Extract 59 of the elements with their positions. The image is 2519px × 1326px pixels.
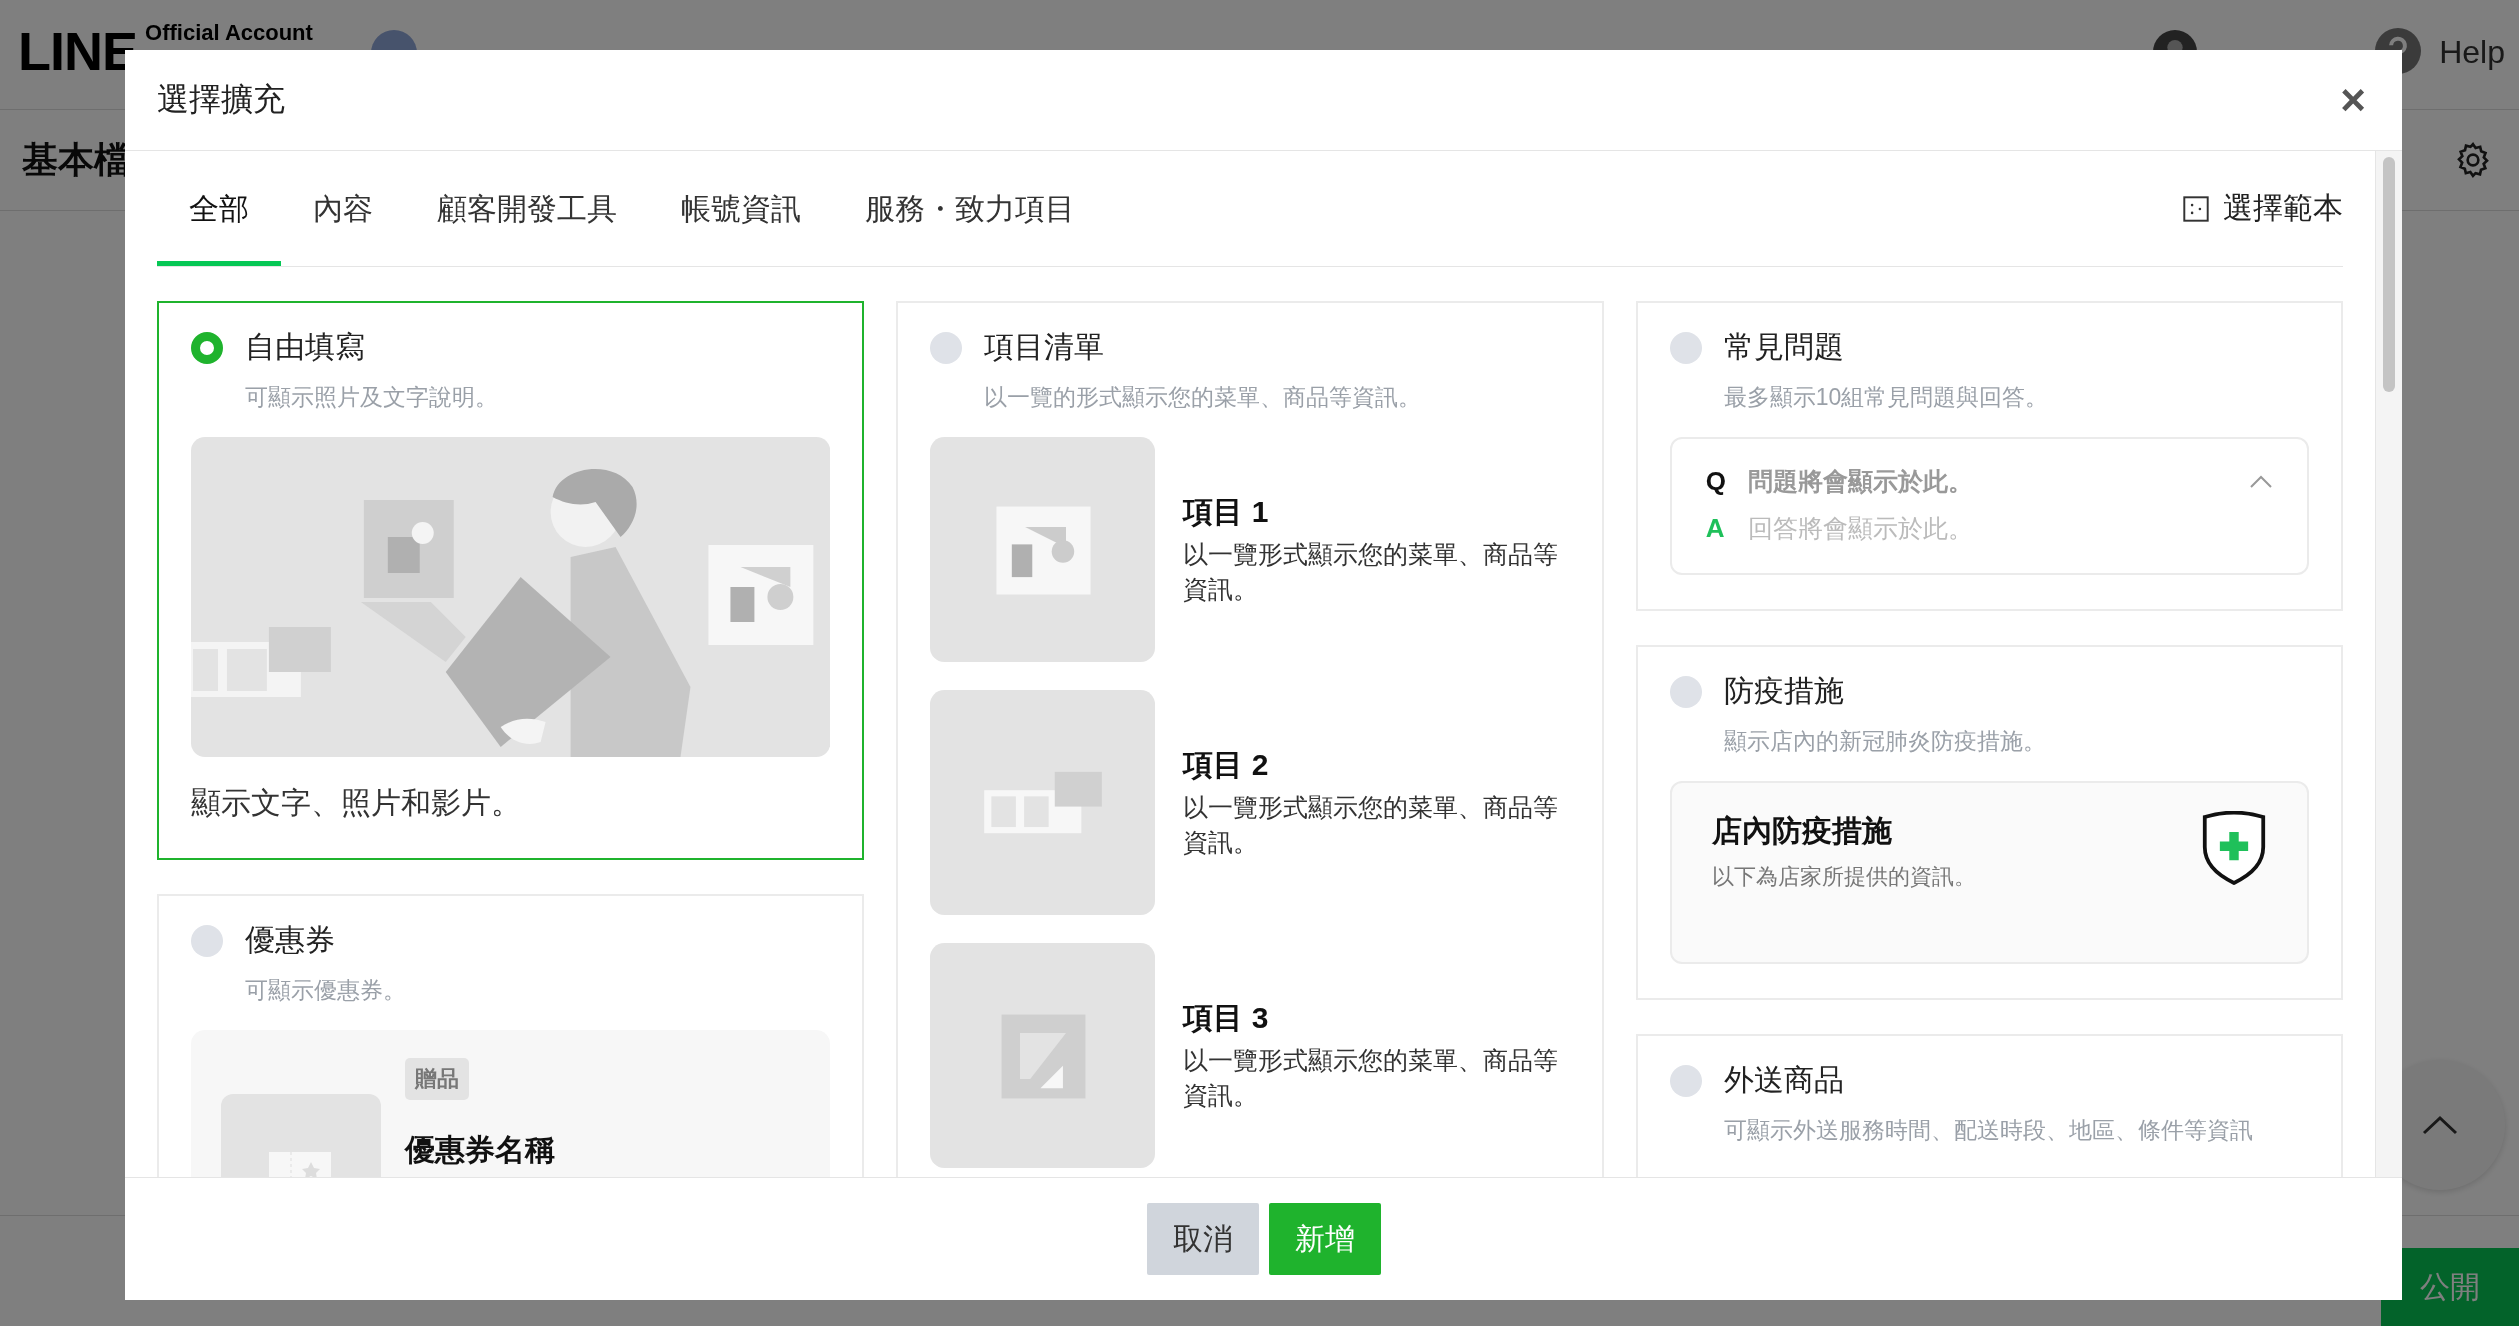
question-mark-label: Q	[1705, 466, 1727, 497]
cancel-button[interactable]: 取消	[1146, 1203, 1259, 1275]
shield-icon	[2201, 811, 2267, 887]
item-description: 以一覽形式顯示您的菜單、商品等資訊。	[1183, 539, 1560, 605]
template-icon	[2183, 195, 2209, 222]
tab[interactable]: 顧客開發工具	[405, 151, 649, 266]
card-description: 最多顯示10組常見問題與回答。	[1723, 383, 2050, 412]
extension-card[interactable]: 常見問題 最多顯示10組常見問題與回答。 Q 問題將會顯示於此。 A 回答將會顯示於此。	[1635, 301, 2343, 611]
radio-button[interactable]	[930, 331, 963, 364]
card-description: 可顯示照片及文字說明。	[245, 383, 499, 412]
card-title: 常見問題	[1723, 329, 1844, 365]
chevron-up-icon	[2420, 1113, 2460, 1137]
card-title: 自由填寫	[245, 329, 365, 365]
image-placeholder-icon	[930, 437, 1156, 662]
card-title: 防疫措施	[1723, 673, 1844, 709]
card-description: 可顯示外送服務時間、配送時段、地區、條件等資訊	[1723, 1116, 2254, 1145]
card-caption: 顯示文字、照片和影片。	[191, 785, 522, 821]
tab[interactable]: 服務・致力項目	[833, 151, 1107, 266]
question-text: 問題將會顯示於此。	[1747, 466, 1973, 497]
radio-button[interactable]	[191, 331, 223, 364]
measures-description: 以下為店家所提供的資訊。	[1711, 863, 1976, 891]
radio-button[interactable]	[1669, 1064, 1702, 1097]
coupon-name: 優惠券名稱	[405, 1132, 555, 1168]
tab[interactable]: 內容	[281, 151, 405, 266]
extension-card[interactable]: 自由填寫 可顯示照片及文字說明。 顯示文字、照片和影片。	[157, 301, 865, 860]
dialog-title: 選擇擴充	[157, 80, 285, 119]
radio-button[interactable]	[1669, 675, 1702, 708]
extension-card[interactable]: 優惠券 可顯示優惠券。 贈品 優惠券名稱	[157, 894, 865, 1177]
answer-mark-label: A	[1705, 513, 1726, 544]
card-description: 可顯示優惠券。	[245, 976, 407, 1005]
item-description: 以一覽形式顯示您的菜單、商品等資訊。	[1183, 792, 1560, 858]
item-description: 以一覽形式顯示您的菜單、商品等資訊。	[1183, 1045, 1560, 1111]
logo-subtitle: Official Account	[145, 20, 313, 46]
image-placeholder-icon	[930, 690, 1156, 915]
item-title: 項目 1	[1183, 494, 1270, 530]
extension-card[interactable]: 防疫措施 顯示店內的新冠肺炎防疫措施。 店內防疫措施 以下為店家所提供的資訊。	[1635, 645, 2343, 1000]
scrollbar-thumb[interactable]	[2383, 157, 2395, 392]
card-title: 外送商品	[1723, 1062, 1844, 1098]
chevron-up-icon[interactable]	[2249, 474, 2273, 489]
extension-card[interactable]: 外送商品 可顯示外送服務時間、配送時段、地區、條件等資訊	[1635, 1034, 2343, 1177]
measures-title: 店內防疫措施	[1711, 813, 1893, 849]
answer-text: 回答將會顯示於此。	[1747, 513, 1973, 544]
item-title: 項目 3	[1183, 1000, 1270, 1036]
template-link[interactable]: 選擇範本	[2183, 151, 2343, 266]
image-placeholder-icon	[930, 943, 1156, 1168]
gift-tag: 贈品	[405, 1058, 469, 1100]
radio-button[interactable]	[191, 924, 223, 957]
tab[interactable]: 全部	[157, 151, 281, 266]
close-button[interactable]: ×	[2334, 78, 2372, 122]
radio-button[interactable]	[1669, 331, 1702, 364]
card-title: 優惠券	[245, 922, 335, 958]
card-title: 項目清單	[984, 329, 1105, 365]
extension-card[interactable]: 項目清單 以一覽的形式顯示您的菜單、商品等資訊。 項目 1 以一覽形式顯示您的菜單、商品等資訊。 項目 2 以一覽形式顯示您的菜單、商品等資訊。 項目 3 以一覽形式顯示您的菜單、商品等資訊。	[896, 301, 1604, 1177]
item-title: 項目 2	[1183, 747, 1270, 783]
card-description: 顯示店內的新冠肺炎防疫措施。	[1723, 727, 2047, 756]
help-link[interactable]: Help	[2439, 34, 2505, 71]
tab[interactable]: 帳號資訊	[649, 151, 833, 266]
scrollbar[interactable]	[2375, 151, 2402, 1177]
card-description: 以一覽的形式顯示您的菜單、商品等資訊。	[984, 383, 1423, 412]
